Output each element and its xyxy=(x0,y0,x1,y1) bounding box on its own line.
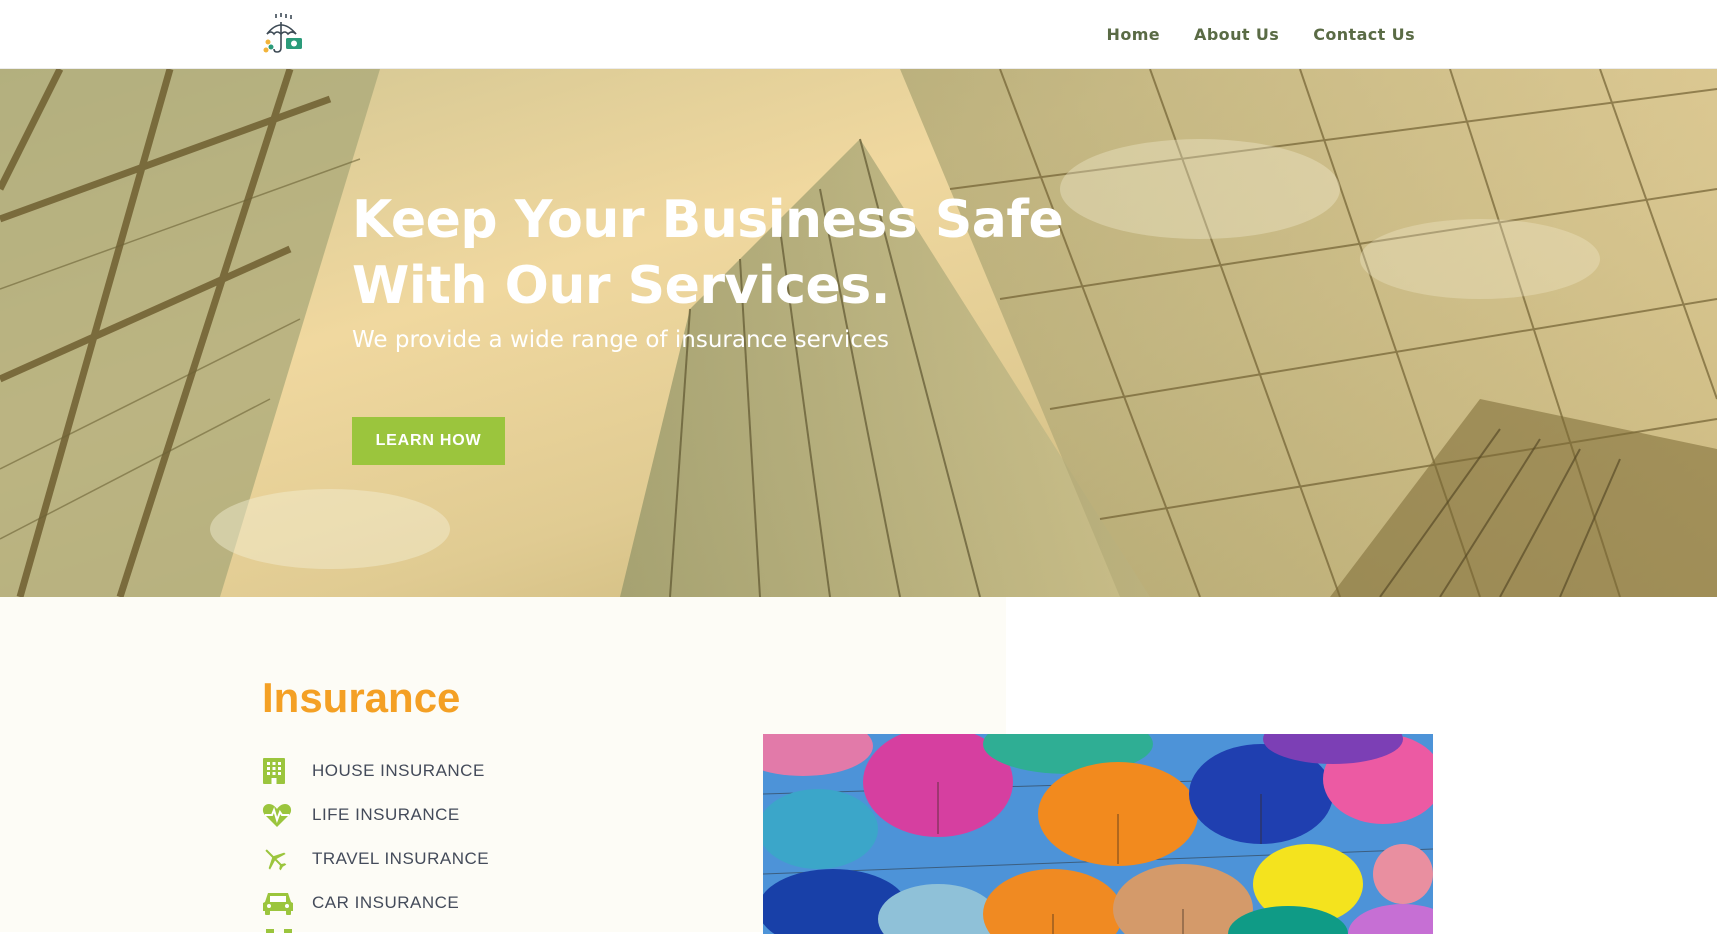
umbrella-logo-icon[interactable] xyxy=(262,12,304,56)
insurance-section: Insurance HOUSE INSURANCE LIFE INSURANCE… xyxy=(0,597,1717,934)
insurance-item-label: LIFE INSURANCE xyxy=(312,805,460,824)
insurance-title: Insurance xyxy=(262,674,461,721)
nav-contact-link[interactable]: Contact Us xyxy=(1313,25,1415,44)
nav-home-link[interactable]: Home xyxy=(1107,25,1161,44)
partial-icon-cutoff xyxy=(266,929,292,933)
main-nav: Home About Us Contact Us xyxy=(1107,0,1415,69)
insurance-item-life[interactable]: LIFE INSURANCE xyxy=(262,793,682,837)
insurance-item-label: HOUSE INSURANCE xyxy=(312,761,485,780)
airplane-icon xyxy=(262,843,298,875)
colorful-umbrellas-image xyxy=(763,734,1433,934)
hero-title: Keep Your Business Safe With Our Service… xyxy=(352,187,1112,319)
building-icon xyxy=(262,755,298,787)
insurance-item-travel[interactable]: TRAVEL INSURANCE xyxy=(262,837,682,881)
hero-title-line1: Keep Your Business Safe xyxy=(352,190,1064,250)
car-icon xyxy=(262,887,298,919)
site-header: Home About Us Contact Us xyxy=(0,0,1717,69)
nav-about-link[interactable]: About Us xyxy=(1194,25,1279,44)
heart-pulse-icon xyxy=(262,799,298,831)
insurance-item-label: TRAVEL INSURANCE xyxy=(312,849,490,868)
insurance-item-car[interactable]: CAR INSURANCE xyxy=(262,881,682,925)
hero-title-line2: With Our Services. xyxy=(352,256,891,316)
learn-how-button[interactable]: LEARN HOW xyxy=(352,417,505,465)
insurance-list: HOUSE INSURANCE LIFE INSURANCE TRAVEL IN… xyxy=(262,749,682,925)
hero-banner: Keep Your Business Safe With Our Service… xyxy=(0,69,1717,597)
hero-subtitle: We provide a wide range of insurance ser… xyxy=(352,327,890,353)
insurance-item-house[interactable]: HOUSE INSURANCE xyxy=(262,749,682,793)
insurance-item-label: CAR INSURANCE xyxy=(312,893,460,912)
